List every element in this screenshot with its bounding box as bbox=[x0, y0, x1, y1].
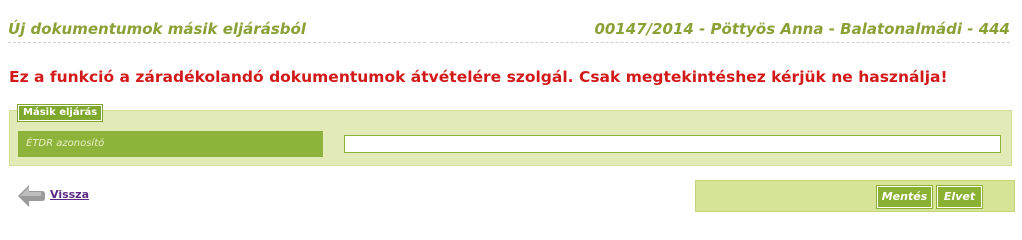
back-link[interactable]: Vissza bbox=[16, 181, 89, 215]
etdr-id-label: ÉTDR azonosító bbox=[18, 131, 323, 157]
case-info: 00147/2014 - Pöttyös Anna - Balatonalmád… bbox=[430, 20, 1010, 43]
page-title: Új dokumentumok másik eljárásból bbox=[8, 20, 426, 43]
action-bar: Mentés Elvet bbox=[695, 180, 1015, 212]
discard-button[interactable]: Elvet bbox=[936, 185, 983, 209]
warning-message: Ez a funkció a záradékolandó dokumentumo… bbox=[9, 68, 948, 86]
back-link-label[interactable]: Vissza bbox=[50, 188, 89, 201]
back-arrow-icon bbox=[16, 181, 46, 215]
save-button[interactable]: Mentés bbox=[876, 185, 933, 209]
form-panel: Másik eljárás ÉTDR azonosító bbox=[9, 104, 1012, 166]
fieldset-legend: Másik eljárás bbox=[16, 104, 104, 122]
etdr-id-input[interactable] bbox=[344, 135, 1001, 153]
